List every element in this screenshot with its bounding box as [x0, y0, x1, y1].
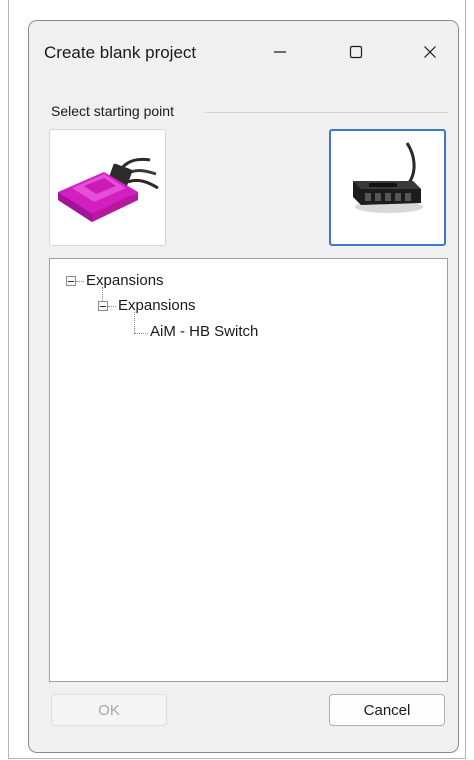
close-icon [424, 46, 436, 58]
magenta-device-thumbnail [58, 157, 159, 222]
tree-connector [76, 281, 84, 283]
tree-connector [102, 287, 104, 301]
tree-node-expansions-root[interactable]: Expansions [86, 272, 164, 289]
tree-node-expansions-child[interactable]: Expansions [118, 297, 196, 314]
tree-expander-expansions-root[interactable] [66, 276, 76, 286]
device-tree[interactable]: Expansions Expansions AiM - HB Switch [49, 258, 448, 682]
tree-connector [134, 312, 136, 333]
title-bar: Create blank project [29, 21, 458, 83]
tree-connector [134, 333, 148, 335]
starting-point-option-hb-switch[interactable] [329, 129, 446, 246]
maximize-icon [349, 45, 363, 59]
tree-connector [108, 306, 116, 308]
window-title: Create blank project [44, 43, 197, 62]
minimize-icon [274, 51, 286, 53]
black-switch-thumbnail [353, 142, 423, 213]
cancel-button[interactable]: Cancel [329, 694, 445, 726]
minimize-button[interactable] [255, 31, 305, 73]
group-box-rule [205, 112, 448, 113]
ok-button[interactable]: OK [51, 694, 167, 726]
tree-node-aim-hb-switch[interactable]: AiM - HB Switch [150, 323, 258, 340]
close-button[interactable] [405, 31, 455, 73]
starting-point-option-magenta-device[interactable] [49, 129, 166, 246]
maximize-button[interactable] [331, 31, 381, 73]
tree-expander-expansions-child[interactable] [98, 301, 108, 311]
starting-point-group-label: Select starting point [51, 103, 178, 119]
create-blank-project-dialog: Create blank project Select starting poi… [28, 20, 459, 753]
